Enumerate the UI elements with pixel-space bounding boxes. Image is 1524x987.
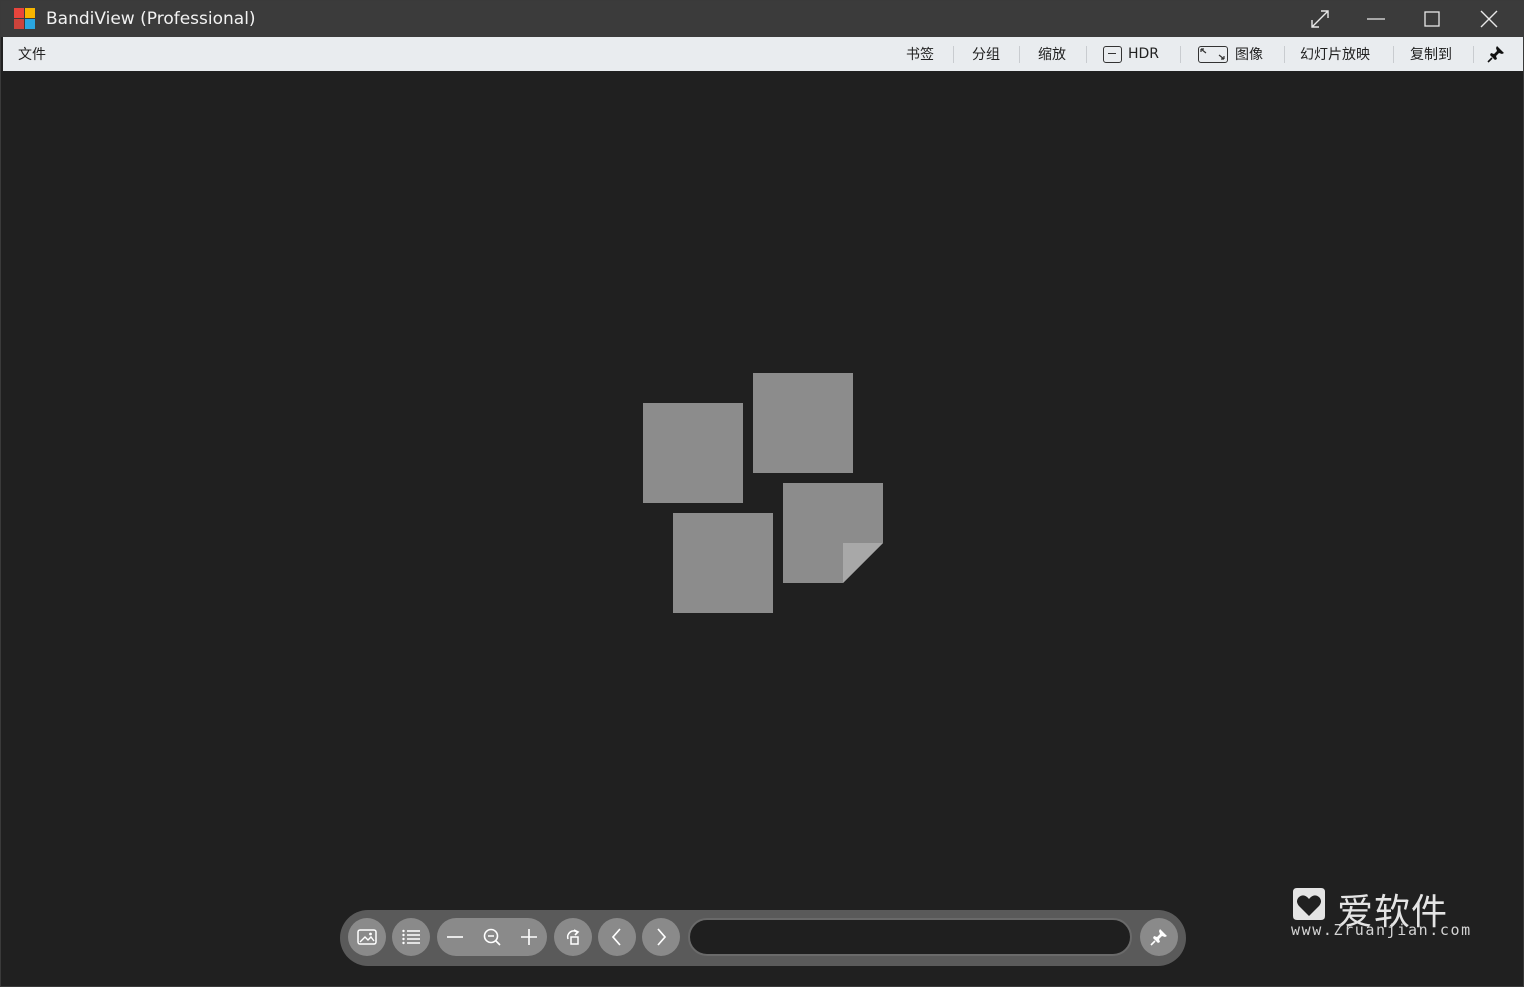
menu-slideshow-label: 幻灯片放映 bbox=[1300, 47, 1370, 63]
menu-bar: 文件 书签 分组 缩放 HDR 图像 幻灯片放映 复制到 bbox=[3, 37, 1523, 71]
menu-group[interactable]: 分组 bbox=[972, 37, 1000, 71]
menu-bookmarks-label: 书签 bbox=[906, 47, 934, 63]
previous-image-button[interactable] bbox=[598, 918, 636, 956]
image-viewer-area[interactable] bbox=[3, 71, 1523, 986]
menu-zoom-label: 缩放 bbox=[1038, 47, 1066, 63]
bottom-toolbar bbox=[340, 910, 1186, 966]
empty-gallery-placeholder-icon bbox=[643, 373, 883, 613]
menu-separator bbox=[1393, 46, 1394, 63]
file-list-button[interactable] bbox=[392, 918, 430, 956]
menu-separator bbox=[1180, 46, 1181, 63]
zoom-out-icon bbox=[447, 936, 463, 938]
menu-file-label: 文件 bbox=[18, 47, 46, 63]
menu-separator bbox=[1086, 46, 1087, 63]
pin-icon bbox=[1150, 929, 1167, 946]
window-title: BandiView (Professional) bbox=[46, 9, 256, 29]
watermark: 爱软件 www.Zruanjian.com bbox=[1289, 883, 1472, 943]
menu-file[interactable]: 文件 bbox=[18, 37, 46, 71]
fullscreen-button[interactable] bbox=[1292, 1, 1348, 37]
menu-copy-to-label: 复制到 bbox=[1410, 47, 1452, 63]
menu-group-label: 分组 bbox=[972, 47, 1000, 63]
list-icon bbox=[402, 929, 420, 945]
hdr-icon bbox=[1103, 45, 1122, 63]
previous-icon bbox=[611, 928, 621, 946]
next-icon bbox=[657, 928, 667, 946]
heart-logo-icon bbox=[1293, 888, 1325, 920]
image-view-button[interactable] bbox=[348, 918, 386, 956]
menu-zoom[interactable]: 缩放 bbox=[1038, 37, 1066, 71]
image-icon bbox=[357, 929, 377, 945]
rotate-button[interactable] bbox=[554, 918, 592, 956]
menu-separator bbox=[953, 46, 954, 63]
menu-image[interactable]: 图像 bbox=[1198, 37, 1263, 71]
zoom-in-button[interactable] bbox=[511, 918, 547, 956]
title-bar[interactable]: BandiView (Professional) bbox=[1, 1, 1524, 37]
pin-icon bbox=[1487, 46, 1504, 63]
zoom-controls bbox=[437, 918, 547, 956]
menu-hdr[interactable]: HDR bbox=[1103, 37, 1159, 71]
menu-copy-to[interactable]: 复制到 bbox=[1410, 37, 1452, 71]
zoom-in-icon bbox=[521, 929, 537, 945]
zoom-fit-icon bbox=[483, 928, 501, 946]
rotate-icon bbox=[566, 929, 580, 945]
navigation-slider[interactable] bbox=[688, 918, 1132, 956]
menu-bookmarks[interactable]: 书签 bbox=[906, 37, 934, 71]
menu-separator bbox=[1473, 46, 1474, 63]
pin-toolbar-button[interactable] bbox=[1140, 918, 1178, 956]
pin-menu-button[interactable] bbox=[1487, 37, 1505, 71]
menu-separator bbox=[1284, 46, 1285, 63]
app-window: BandiView (Professional) 文件 书签 分组 缩放 HDR… bbox=[0, 0, 1524, 987]
watermark-url: www.Zruanjian.com bbox=[1291, 921, 1472, 939]
maximize-button[interactable] bbox=[1404, 1, 1460, 37]
image-fit-icon bbox=[1198, 45, 1228, 63]
menu-hdr-label: HDR bbox=[1128, 46, 1160, 62]
minimize-icon bbox=[1367, 18, 1385, 20]
menu-image-label: 图像 bbox=[1235, 47, 1263, 63]
zoom-fit-button[interactable] bbox=[474, 918, 510, 956]
fullscreen-icon bbox=[1311, 10, 1329, 28]
close-icon bbox=[1480, 10, 1498, 28]
bandiview-logo-icon bbox=[14, 8, 36, 30]
minimize-button[interactable] bbox=[1348, 1, 1404, 37]
menu-separator bbox=[1019, 46, 1020, 63]
zoom-out-button[interactable] bbox=[437, 918, 473, 956]
menu-slideshow[interactable]: 幻灯片放映 bbox=[1300, 37, 1370, 71]
maximize-icon bbox=[1424, 11, 1440, 27]
next-image-button[interactable] bbox=[642, 918, 680, 956]
close-button[interactable] bbox=[1461, 1, 1517, 37]
